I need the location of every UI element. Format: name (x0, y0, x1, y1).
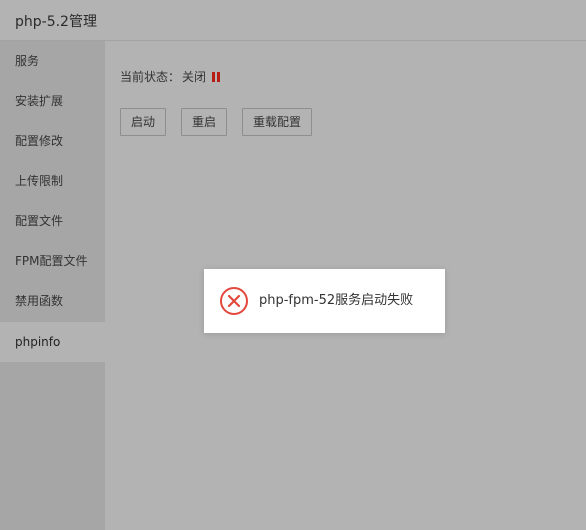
restart-button[interactable]: 重启 (181, 108, 227, 136)
error-toast: php-fpm-52服务启动失败 (204, 269, 445, 333)
sidebar-item-upload-limit[interactable]: 上传限制 (0, 161, 105, 201)
sidebar-item-disabled-functions[interactable]: 禁用函数 (0, 281, 105, 321)
start-button[interactable]: 启动 (120, 108, 166, 136)
window-titlebar: php-5.2管理 (0, 0, 586, 41)
sidebar-item-config-file[interactable]: 配置文件 (0, 201, 105, 241)
reload-config-button[interactable]: 重载配置 (242, 108, 312, 136)
toast-message: php-fpm-52服务启动失败 (259, 293, 414, 308)
status-value: 关闭 (182, 70, 207, 84)
sidebar-item-phpinfo[interactable]: phpinfo (0, 322, 105, 362)
sidebar-item-service[interactable]: 服务 (0, 41, 105, 81)
error-circle-icon (219, 286, 249, 316)
status-label: 当前状态： (120, 70, 181, 84)
pause-icon (212, 71, 221, 82)
sidebar: 服务 安装扩展 配置修改 上传限制 配置文件 FPM配置文件 禁用函数 phpi… (0, 41, 105, 530)
service-status: 当前状态： 关闭 (120, 68, 221, 86)
sidebar-item-config-modify[interactable]: 配置修改 (0, 121, 105, 161)
sidebar-item-fpm-config-file[interactable]: FPM配置文件 (0, 241, 105, 281)
window-title: php-5.2管理 (15, 14, 97, 30)
sidebar-item-install-extension[interactable]: 安装扩展 (0, 81, 105, 121)
